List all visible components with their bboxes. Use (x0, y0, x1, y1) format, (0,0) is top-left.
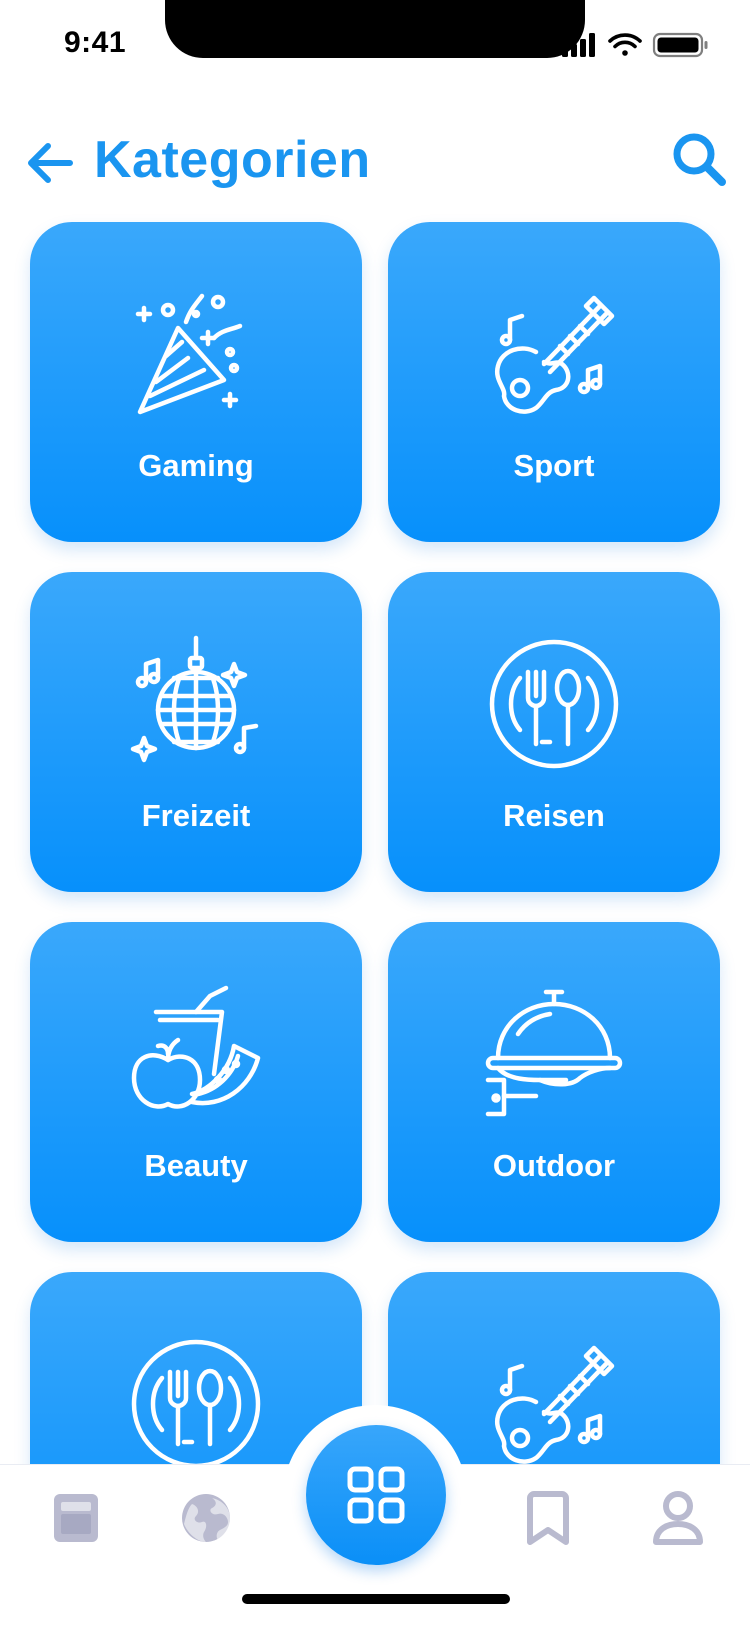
categories-grid-icon (347, 1466, 405, 1524)
bookmark-icon[interactable] (520, 1490, 576, 1546)
category-tile-beauty[interactable]: Beauty (30, 922, 362, 1242)
globe-icon[interactable] (178, 1490, 234, 1546)
category-tile-reisen[interactable]: Reisen (388, 572, 720, 892)
category-grid: Gaming Sport Freizeit Reisen Beauty Outd… (0, 0, 750, 1624)
party-popper-icon (135, 293, 243, 415)
home-indicator (242, 1594, 510, 1604)
news-icon[interactable] (48, 1490, 104, 1546)
category-tile-freizeit[interactable]: Freizeit (30, 572, 362, 892)
plate-cutlery-icon (131, 1339, 261, 1469)
profile-icon[interactable] (650, 1490, 706, 1546)
guitar-icon (494, 295, 615, 414)
cloche-serving-icon (485, 989, 623, 1117)
category-label: Sport (513, 448, 595, 483)
category-tile-gaming[interactable]: Gaming (30, 222, 362, 542)
disco-ball-icon (130, 635, 259, 763)
category-label: Reisen (503, 798, 605, 833)
categories-fab-button[interactable] (306, 1425, 446, 1565)
category-label: Freizeit (141, 798, 251, 833)
category-tile-outdoor[interactable]: Outdoor (388, 922, 720, 1242)
plate-cutlery-icon (489, 639, 619, 769)
category-tile-sport[interactable]: Sport (388, 222, 720, 542)
fruit-drink-icon (131, 985, 261, 1109)
category-label: Gaming (138, 448, 254, 483)
category-label: Beauty (144, 1148, 248, 1183)
category-label: Outdoor (492, 1148, 616, 1183)
guitar-icon (494, 1345, 615, 1464)
